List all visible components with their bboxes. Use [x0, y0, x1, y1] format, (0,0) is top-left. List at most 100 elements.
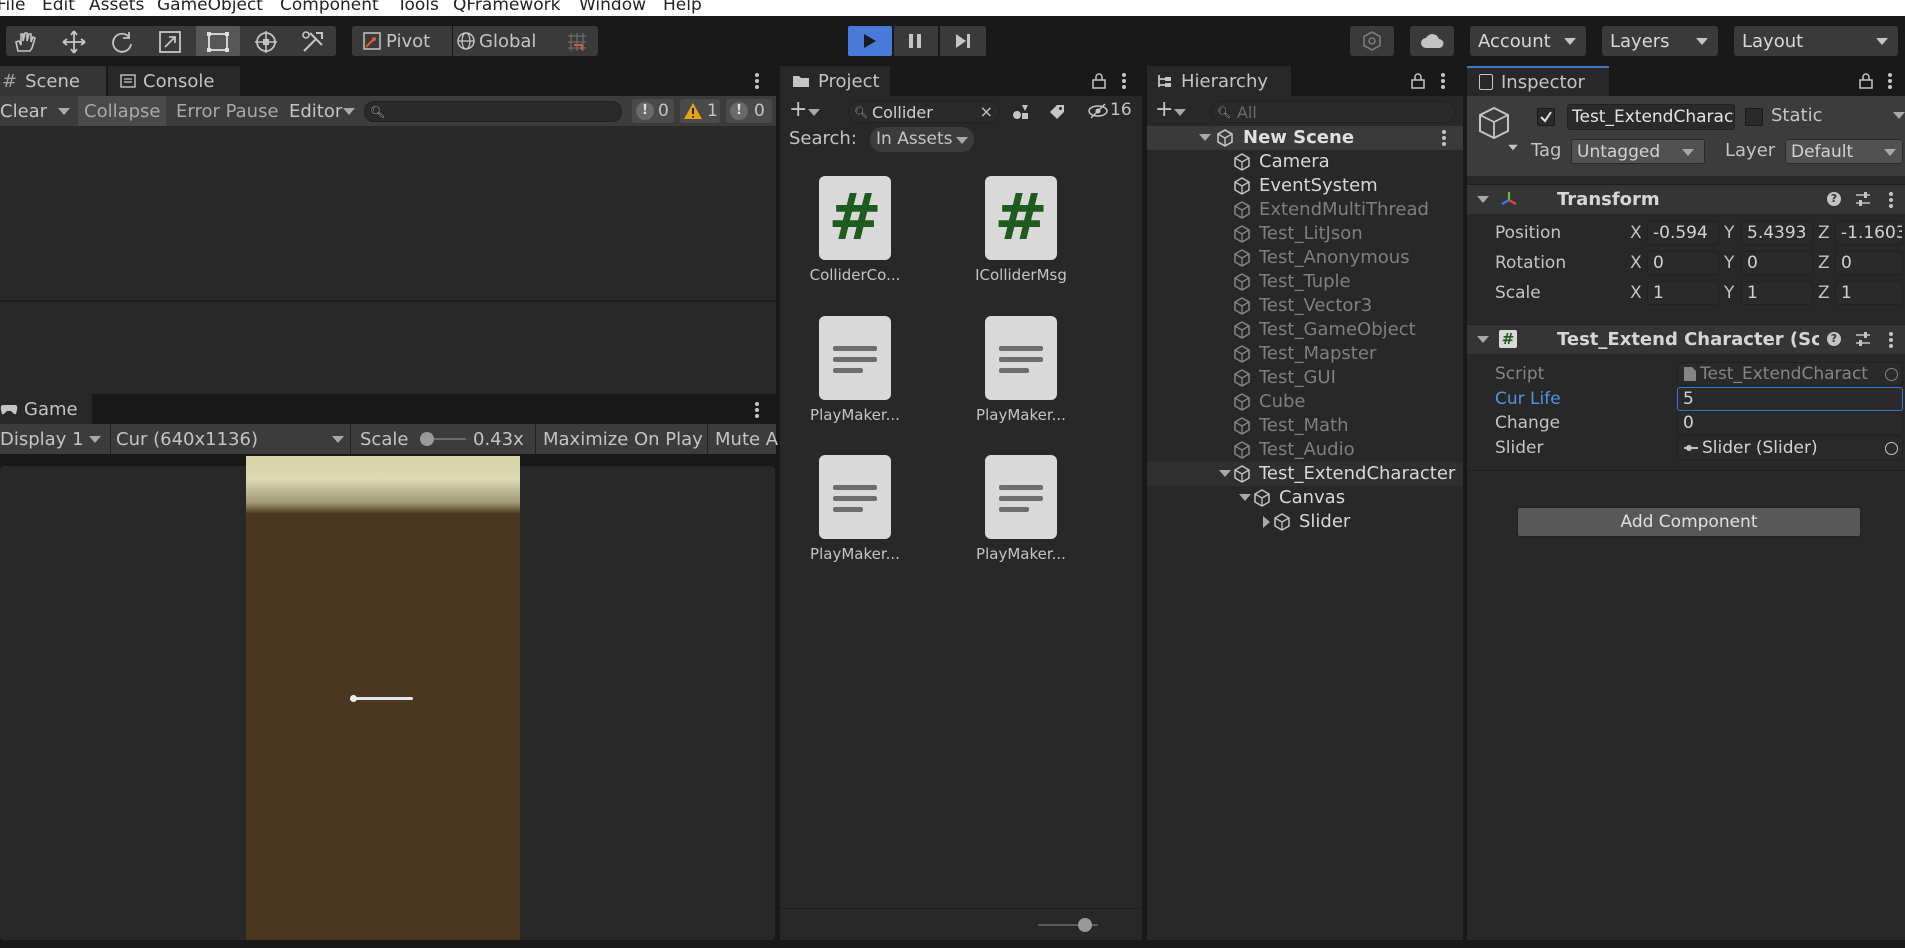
transform-header[interactable]: Transform ?: [1467, 184, 1905, 214]
rotation-y-input[interactable]: 0: [1741, 251, 1813, 275]
object-name-field[interactable]: Test_ExtendCharacter: [1567, 104, 1735, 130]
global-toggle[interactable]: Global: [452, 26, 560, 56]
menu-edit[interactable]: Edit: [42, 0, 75, 15]
menu-help[interactable]: Help: [663, 0, 702, 15]
menu-qframework[interactable]: QFramework: [453, 0, 561, 15]
pause-button[interactable]: [894, 26, 938, 56]
expand-arrow-icon[interactable]: [1477, 196, 1489, 203]
hierarchy-item[interactable]: Test_Math: [1147, 414, 1463, 438]
add-component-button[interactable]: Add Component: [1517, 507, 1861, 537]
warning-count-toggle[interactable]: 1: [680, 99, 720, 123]
search-scope-dropdown[interactable]: In Assets: [870, 127, 974, 152]
scene-row[interactable]: New Scene: [1147, 126, 1463, 150]
project-search-input[interactable]: 🔍︎ Collider ×: [848, 101, 1000, 123]
hierarchy-item[interactable]: Test_Vector3: [1147, 294, 1463, 318]
component-menu-icon[interactable]: [1889, 192, 1893, 208]
slider-reference-field[interactable]: Slider (Slider): [1677, 436, 1903, 460]
scale-y-input[interactable]: 1: [1741, 281, 1813, 305]
hierarchy-item[interactable]: Test_Mapster: [1147, 342, 1463, 366]
collab-button[interactable]: [1350, 26, 1394, 56]
tab-scene[interactable]: # Scene: [0, 66, 107, 96]
position-y-input[interactable]: 5.4393: [1741, 221, 1813, 245]
expand-arrow-icon[interactable]: [1199, 134, 1211, 141]
asset-item[interactable]: PlayMaker...: [956, 455, 1086, 563]
mute-audio-toggle[interactable]: Mute A: [715, 429, 778, 450]
hierarchy-item[interactable]: Cube: [1147, 390, 1463, 414]
scene-menu-icon[interactable]: [1442, 130, 1446, 146]
filter-type-icon[interactable]: [1012, 103, 1030, 121]
hierarchy-item[interactable]: Camera: [1147, 150, 1463, 174]
clear-options-icon[interactable]: [58, 108, 70, 115]
hierarchy-item[interactable]: Test_Audio: [1147, 438, 1463, 462]
change-input[interactable]: 0: [1677, 411, 1903, 435]
scale-tool-icon[interactable]: [157, 29, 183, 55]
static-chevron-icon[interactable]: [1893, 112, 1905, 119]
menu-tools[interactable]: Tools: [397, 0, 439, 15]
tab-console[interactable]: Console: [108, 66, 240, 96]
play-button[interactable]: [848, 26, 892, 56]
console-splitter[interactable]: [0, 300, 776, 302]
menu-window[interactable]: Window: [579, 0, 646, 15]
custom-tool-icon[interactable]: [300, 29, 326, 55]
asset-item[interactable]: PlayMaker...: [790, 455, 920, 563]
collapse-button[interactable]: Collapse: [78, 96, 166, 126]
help-icon[interactable]: ?: [1827, 332, 1841, 346]
hierarchy-item[interactable]: Test_GUI: [1147, 366, 1463, 390]
menu-gameobject[interactable]: GameObject: [157, 0, 263, 15]
resolution-dropdown[interactable]: Cur (640x1136): [116, 429, 258, 450]
lock-icon[interactable]: [1411, 73, 1425, 89]
tab-game[interactable]: Game: [0, 394, 92, 424]
menu-assets[interactable]: Assets: [89, 0, 144, 15]
rotate-tool-icon[interactable]: [109, 29, 135, 55]
cur-life-input[interactable]: 5: [1677, 387, 1903, 411]
asset-item[interactable]: PlayMaker...: [956, 316, 1086, 424]
create-asset-button[interactable]: +: [789, 97, 807, 122]
hierarchy-search-input[interactable]: 🔍︎ All: [1211, 101, 1455, 123]
cloud-button[interactable]: [1410, 26, 1454, 56]
create-object-button[interactable]: +: [1155, 97, 1173, 122]
tab-hierarchy[interactable]: Hierarchy: [1147, 66, 1291, 96]
rotation-z-input[interactable]: 0: [1835, 251, 1903, 275]
tag-dropdown[interactable]: Untagged: [1571, 139, 1705, 164]
account-dropdown[interactable]: Account: [1470, 26, 1586, 56]
clear-button[interactable]: Clear: [0, 101, 47, 122]
filter-label-icon[interactable]: [1048, 103, 1066, 121]
hierarchy-item[interactable]: Test_LitJson: [1147, 222, 1463, 246]
console-log-list[interactable]: [0, 126, 776, 366]
lock-icon[interactable]: [1092, 73, 1106, 89]
expand-arrow-icon[interactable]: [1477, 336, 1489, 343]
hierarchy-item[interactable]: Test_Tuple: [1147, 270, 1463, 294]
game-menu-icon[interactable]: [755, 402, 759, 418]
hierarchy-menu-icon[interactable]: [1441, 73, 1445, 89]
editor-dropdown[interactable]: Editor: [289, 101, 342, 122]
menu-component[interactable]: Component: [280, 0, 379, 15]
console-menu-icon[interactable]: [755, 73, 759, 89]
active-checkbox[interactable]: [1537, 108, 1555, 126]
scale-slider-thumb[interactable]: [420, 432, 434, 446]
error-pause-button[interactable]: Error Pause: [176, 101, 279, 122]
hierarchy-item[interactable]: Canvas: [1147, 486, 1463, 510]
scale-z-input[interactable]: 1: [1835, 281, 1903, 305]
game-viewport[interactable]: [246, 456, 520, 940]
display-dropdown[interactable]: Display 1: [0, 429, 84, 450]
hierarchy-item[interactable]: Test_ExtendCharacter: [1147, 462, 1463, 486]
help-icon[interactable]: ?: [1827, 192, 1841, 206]
menu-file[interactable]: File: [0, 0, 25, 15]
layout-dropdown[interactable]: Layout: [1734, 26, 1898, 56]
error-count-toggle[interactable]: ! 0: [726, 99, 772, 123]
log-count-toggle[interactable]: ! 0: [632, 99, 674, 123]
object-picker-icon[interactable]: [1885, 442, 1898, 455]
static-checkbox[interactable]: [1745, 108, 1763, 126]
rotation-x-input[interactable]: 0: [1647, 251, 1719, 275]
hand-tool-icon[interactable]: [12, 31, 38, 53]
lock-icon[interactable]: [1859, 73, 1873, 89]
hierarchy-item[interactable]: Test_GameObject: [1147, 318, 1463, 342]
inspector-menu-icon[interactable]: [1888, 73, 1892, 89]
tab-project[interactable]: Project: [780, 66, 890, 96]
hierarchy-item[interactable]: EventSystem: [1147, 174, 1463, 198]
collapse-arrow-icon[interactable]: [1263, 516, 1270, 528]
move-tool-icon[interactable]: [61, 29, 87, 55]
presets-icon[interactable]: [1855, 331, 1871, 347]
asset-item[interactable]: # ColliderCo...: [790, 176, 920, 284]
tab-inspector[interactable]: Inspector: [1467, 66, 1609, 96]
